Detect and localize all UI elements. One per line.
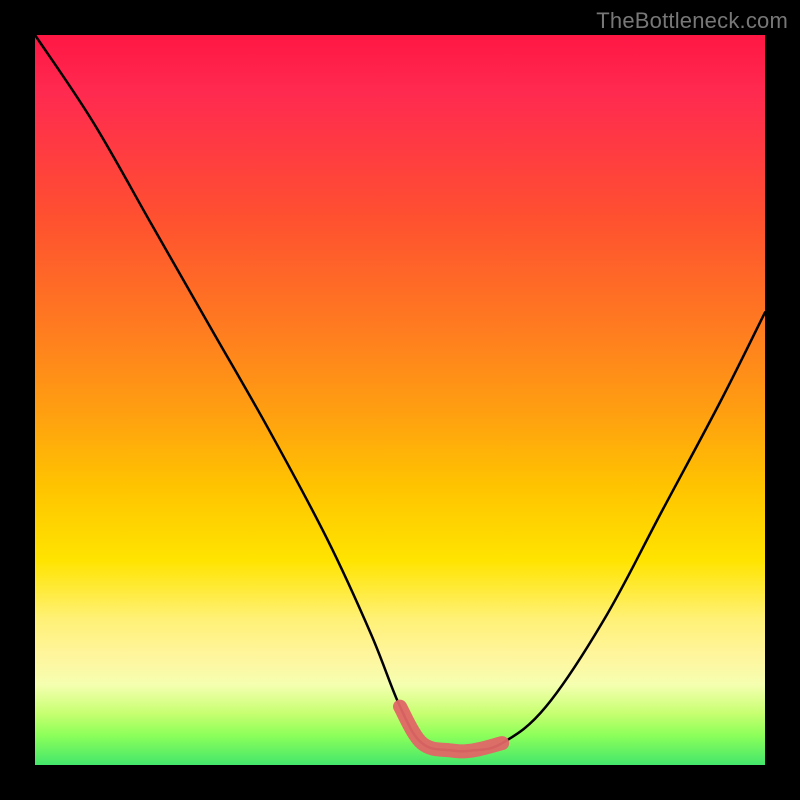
plot-area xyxy=(35,35,765,765)
bottleneck-curve xyxy=(35,35,765,751)
bottleneck-curve-highlight xyxy=(400,707,502,752)
watermark-text: TheBottleneck.com xyxy=(596,8,788,34)
curve-svg xyxy=(35,35,765,765)
chart-frame: TheBottleneck.com xyxy=(0,0,800,800)
